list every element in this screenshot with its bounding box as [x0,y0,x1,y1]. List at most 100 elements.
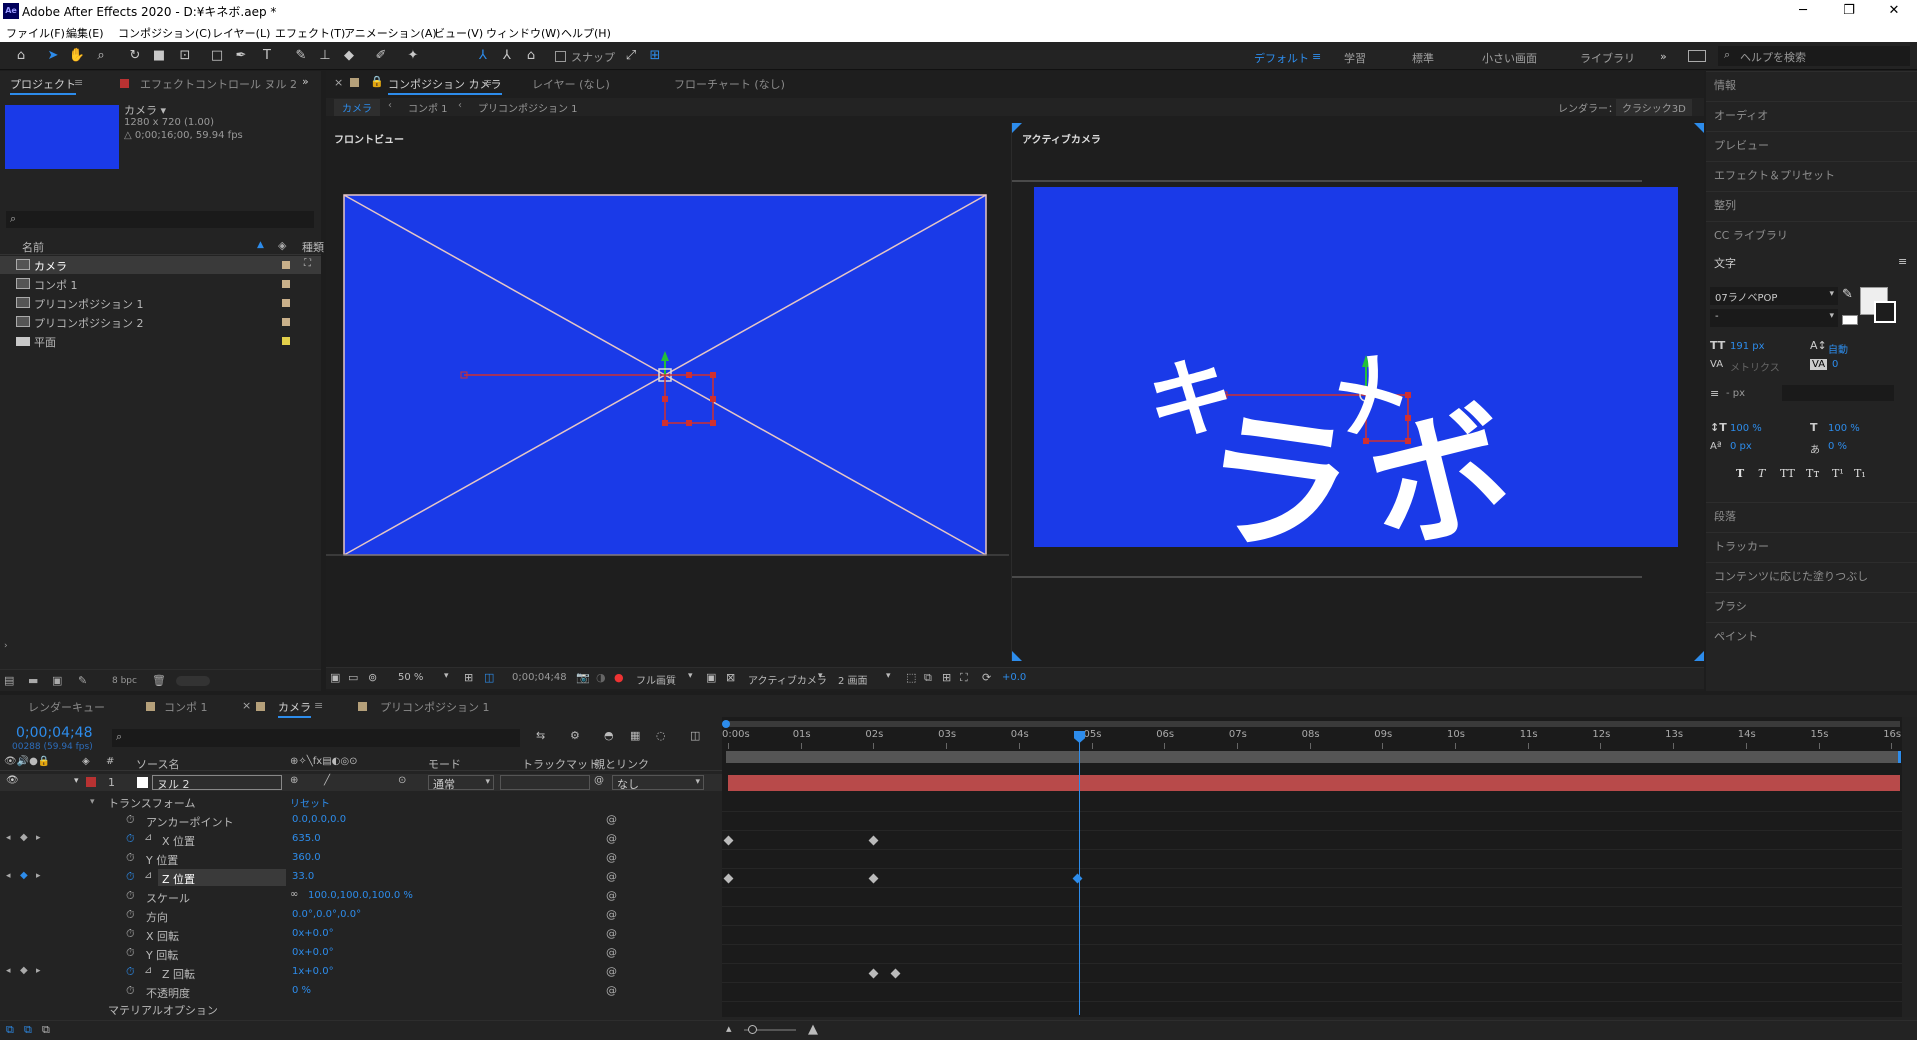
bit-depth-button[interactable]: 8 bpc [112,676,137,686]
sort-ascending-icon[interactable]: ▲ [257,240,264,250]
work-area-end-marker[interactable] [1898,751,1901,763]
zoom-tool-icon[interactable]: ⌕ [92,47,110,65]
right-panel-tab[interactable]: 情報 [1714,77,1736,93]
stroke-style-dropdown[interactable] [1782,385,1894,401]
tab-render-queue[interactable]: レンダーキュー [28,699,105,715]
expression-pickwhip-icon[interactable]: @ [606,870,617,883]
property-value[interactable]: 0.0°,0.0°,0.0° [292,909,361,920]
flowchart-icon[interactable]: ⛶ [304,258,311,269]
toggle-pixel-aspect-icon[interactable]: ⬚ [906,671,916,684]
menu-composition[interactable]: コンポジション(C) [118,25,211,41]
lower-panel-tab[interactable]: ブラシ [1714,598,1747,614]
add-keyframe-icon[interactable]: ◆ [20,832,28,843]
layer-label-color[interactable] [86,777,96,787]
zoom-out-icon[interactable]: ▴ [726,1022,732,1035]
layer-name-field[interactable]: ヌル 2 [152,775,282,791]
trackmatte-dropdown[interactable] [500,775,590,790]
motion-blur-icon[interactable]: ◌ [656,729,666,742]
menu-help[interactable]: ヘルプ(H) [561,25,611,41]
property-name[interactable]: 不透明度 [146,985,190,1001]
prev-keyframe-icon[interactable]: ◂ [6,871,11,881]
property-value[interactable]: 0x+0.0° [292,947,334,958]
keyframe-marker[interactable] [723,835,734,846]
project-item[interactable]: プリコンポジション 1 [0,294,321,312]
work-area-start-handle[interactable] [722,720,730,728]
shy-switch-icon[interactable]: ⊕ [290,775,298,786]
expression-pickwhip-icon[interactable]: @ [606,851,617,864]
workspace-learn[interactable]: 学習 [1344,50,1366,66]
property-value[interactable]: 100.0,100.0,100.0 % [308,890,413,901]
selected-item-name[interactable]: カメラ ▾ [124,102,166,118]
chevron-down-icon[interactable]: ▾ [90,797,95,807]
type-tool-icon[interactable]: T [258,47,276,65]
property-name[interactable]: Z 位置 [162,871,195,887]
more-tabs-icon[interactable]: » [302,75,309,88]
show-snapshot-icon[interactable]: ◑ [596,671,606,684]
mask-visibility-icon[interactable]: ◫ [484,671,494,684]
zoom-dropdown[interactable]: 50 % [398,672,423,683]
graph-icon[interactable]: ⊿ [144,832,152,843]
hand-tool-icon[interactable]: ✋ [68,47,86,65]
front-view-viewer[interactable]: フロントビュー [326,123,1009,661]
material-options-group[interactable]: マテリアルオプション [108,1002,218,1018]
stopwatch-icon[interactable]: ⏱ [126,965,135,979]
property-value[interactable]: 0x+0.0° [292,928,334,939]
expression-pickwhip-icon[interactable]: @ [606,965,617,978]
project-item[interactable]: プリコンポジション 2 [0,313,321,331]
project-item[interactable]: カメラ ⛶ [0,256,321,274]
brush-tool-icon[interactable]: ✎ [292,47,310,65]
camera-tool-icon[interactable]: ■ [150,47,168,65]
draft-3d-icon[interactable]: ⚙ [570,729,580,742]
tab-effect-controls[interactable]: エフェクトコントロール ヌル 2 [140,76,297,92]
expression-pickwhip-icon[interactable]: @ [606,832,617,845]
pen-tool-icon[interactable]: ✒ [232,47,250,65]
next-keyframe-icon[interactable]: ▸ [36,871,41,881]
comp-mini-flowchart-icon[interactable]: ⇆ [536,729,545,742]
property-name[interactable]: X 位置 [162,833,195,849]
keyframe-marker[interactable] [723,873,734,884]
layer-duration-bar[interactable] [728,775,1900,791]
layer-switches-toggle-icon[interactable]: ⧉ [6,1023,14,1037]
font-style-dropdown[interactable]: - ▾ [1710,309,1838,327]
tracking-value[interactable]: 0 [1832,359,1838,370]
small-caps-button[interactable]: Tт [1806,467,1819,480]
eraser-tool-icon[interactable]: ◆ [340,47,358,65]
next-keyframe-icon[interactable]: ▸ [36,833,41,843]
prev-keyframe-icon[interactable]: ◂ [6,833,11,843]
right-panel-tab[interactable]: プレビュー [1714,137,1769,153]
property-value[interactable]: 360.0 [292,852,321,863]
view-axis-icon[interactable]: ⌂ [522,47,540,65]
chevron-down-icon[interactable]: ▾ [444,671,449,681]
column-type[interactable]: 種類 [302,239,324,255]
label-icon[interactable]: ◈ [82,756,90,767]
kerning-value[interactable]: メトリクス [1730,359,1780,374]
menu-file[interactable]: ファイル(F) [6,25,65,41]
stopwatch-icon[interactable]: ⏱ [126,832,135,846]
stopwatch-icon[interactable]: ⏱ [126,927,135,941]
prev-keyframe-icon[interactable]: ◂ [6,966,11,976]
tsume-value[interactable]: 0 % [1828,441,1847,452]
property-value[interactable]: 0 % [292,985,311,996]
property-name[interactable]: スケール [146,890,190,906]
switches-icon[interactable]: ⊕✧╲fx▤◐◎⊙ [290,756,358,767]
renderer-button[interactable]: クラシック3D [1616,99,1692,116]
expression-pickwhip-icon[interactable]: @ [606,908,617,921]
faux-italic-button[interactable]: T [1758,467,1765,480]
home-icon[interactable]: ⌂ [12,47,30,65]
local-axis-icon[interactable]: ⅄ [474,47,492,65]
timeline-scrollbar[interactable] [1902,717,1917,1017]
font-family-dropdown[interactable]: 07ラノベPOP ▾ [1710,287,1838,305]
expression-pickwhip-icon[interactable]: @ [606,927,617,940]
timeline-graph-area[interactable]: 0:00s 01s 02s 03s 04s 05s 06s 07s 08s 09s 10s 11s 12… [722,717,1917,1021]
property-value[interactable]: 33.0 [292,871,314,882]
transform-group[interactable]: トランスフォーム [108,795,195,811]
selection-tool-icon[interactable]: ➤ [44,47,62,65]
project-search-input[interactable]: ⌕ [6,211,314,228]
timeline-search-input[interactable]: ⌕ [112,729,520,747]
expression-pickwhip-icon[interactable]: @ [606,889,617,902]
transform-reset-link[interactable]: リセット [290,795,330,810]
lower-panel-tab[interactable]: コンテンツに応じた塗りつぶし [1714,568,1868,584]
roto-brush-tool-icon[interactable]: ✐ [372,47,390,65]
snapshot-icon[interactable]: 📷 [576,671,590,684]
constrain-proportions-icon[interactable]: ∞ [290,889,298,900]
